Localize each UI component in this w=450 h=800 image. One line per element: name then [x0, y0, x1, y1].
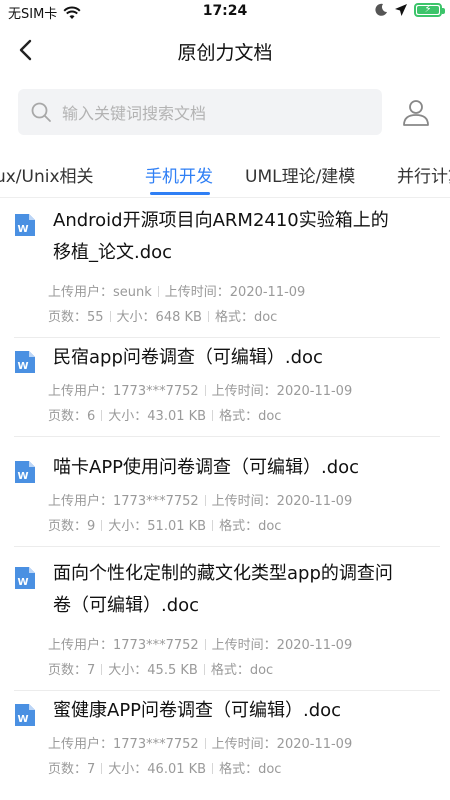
document-upload-info: 上传用户：seunk 上传时间：2020-11-09 [48, 281, 305, 300]
word-doc-icon: W [15, 214, 35, 236]
location-arrow-icon [395, 4, 407, 16]
document-title[interactable]: 面向个性化定制的藏文化类型app的调查问 卷（可编辑）.doc [53, 558, 433, 622]
meta-separator [207, 311, 209, 322]
file-size-text: 大小：45.5 KB [108, 663, 198, 678]
nav-bar: 原创力文档 [0, 24, 450, 76]
tab-mobile-dev[interactable]: 手机开发 [145, 162, 213, 187]
meta-separator [204, 738, 206, 749]
uploader-text: 上传用户：1773***7752 [48, 737, 199, 752]
document-upload-info: 上传用户：1773***7752 上传时间：2020-11-09 [48, 733, 352, 752]
search-input[interactable]: 输入关键词搜索文档 [18, 89, 382, 135]
word-doc-icon: W [15, 351, 35, 373]
document-title-line: 蜜健康APP问卷调查（可编辑）.doc [53, 700, 342, 721]
page-count-text: 页数：55 [48, 310, 104, 325]
document-title-line: 面向个性化定制的藏文化类型app的调查问 [53, 563, 393, 584]
meta-separator [203, 664, 205, 675]
document-title-line: 移植_论文.doc [53, 242, 173, 263]
file-format-text: 格式：doc [214, 310, 278, 325]
document-title[interactable]: 喵卡APP使用问卷调查（可编辑）.doc [53, 452, 433, 484]
list-divider [14, 690, 440, 691]
document-upload-info: 上传用户：1773***7752 上传时间：2020-11-09 [48, 490, 352, 509]
document-title-line: 卷（可编辑）.doc [53, 595, 200, 616]
file-format-text: 格式：doc [210, 663, 274, 678]
file-size-text: 大小：46.01 KB [108, 762, 207, 777]
tab-linux-unix[interactable]: Linux/Unix相关 [0, 162, 94, 187]
svg-text:W: W [17, 471, 28, 482]
document-title[interactable]: 民宿app问卷调查（可编辑）.doc [53, 342, 433, 374]
list-divider [14, 546, 440, 547]
upload-time-text: 上传时间：2020-11-09 [164, 285, 306, 300]
uploader-text: 上传用户：1773***7752 [48, 384, 199, 399]
document-title-line: 喵卡APP使用问卷调查（可编辑）.doc [53, 457, 360, 478]
tab-uml[interactable]: UML理论/建模 [245, 162, 355, 187]
status-bar: 无SIM卡 17:24 ⚡ [0, 0, 450, 24]
moon-icon [375, 3, 387, 16]
uploader-text: 上传用户：seunk [48, 285, 152, 300]
meta-separator [101, 520, 103, 531]
document-title[interactable]: Android开源项目向ARM2410实验箱上的 移植_论文.doc [53, 205, 433, 269]
meta-separator [101, 410, 103, 421]
svg-text:W: W [17, 714, 28, 725]
status-right: ⚡ [374, 3, 445, 17]
page-count-text: 页数：6 [48, 409, 96, 424]
svg-text:W: W [17, 577, 28, 588]
file-format-text: 格式：doc [219, 519, 282, 534]
meta-separator [212, 520, 214, 531]
document-file-info: 页数：55 大小：648 KB 格式：doc [48, 306, 277, 325]
page-count-text: 页数：7 [48, 762, 96, 777]
list-divider [14, 436, 440, 437]
meta-separator [101, 763, 103, 774]
uploader-text: 上传用户：1773***7752 [48, 494, 199, 509]
meta-separator [204, 495, 206, 506]
meta-separator [101, 664, 103, 675]
search-placeholder: 输入关键词搜索文档 [62, 104, 207, 123]
document-file-info: 页数：7 大小：45.5 KB 格式：doc [48, 659, 273, 678]
meta-separator [212, 763, 214, 774]
document-title[interactable]: 蜜健康APP问卷调查（可编辑）.doc [53, 695, 433, 727]
tab-parallel-computing[interactable]: 并行计算 [397, 162, 450, 187]
document-upload-info: 上传用户：1773***7752 上传时间：2020-11-09 [48, 634, 352, 653]
document-file-info: 页数：6 大小：43.01 KB 格式：doc [48, 405, 281, 424]
upload-time-text: 上传时间：2020-11-09 [211, 737, 353, 752]
profile-button[interactable] [396, 94, 436, 130]
meta-separator [204, 639, 206, 650]
uploader-text: 上传用户：1773***7752 [48, 638, 199, 653]
word-doc-icon: W [15, 461, 35, 483]
file-size-text: 大小：51.01 KB [108, 519, 207, 534]
file-format-text: 格式：doc [219, 409, 282, 424]
list-divider [14, 337, 440, 338]
category-tabs: Linux/Unix相关 手机开发 UML理论/建模 并行计算 [0, 150, 450, 198]
document-file-info: 页数：9 大小：51.01 KB 格式：doc [48, 515, 281, 534]
svg-text:W: W [17, 361, 28, 372]
word-doc-icon: W [15, 567, 35, 589]
document-upload-info: 上传用户：1773***7752 上传时间：2020-11-09 [48, 380, 352, 399]
word-doc-icon: W [15, 704, 35, 726]
file-format-text: 格式：doc [219, 762, 282, 777]
upload-time-text: 上传时间：2020-11-09 [211, 494, 353, 509]
document-file-info: 页数：7 大小：46.01 KB 格式：doc [48, 758, 281, 777]
upload-time-text: 上传时间：2020-11-09 [211, 384, 353, 399]
svg-text:W: W [17, 224, 28, 235]
meta-separator [212, 410, 214, 421]
page-count-text: 页数：9 [48, 519, 96, 534]
document-title-line: Android开源项目向ARM2410实验箱上的 [53, 210, 389, 231]
file-size-text: 大小：648 KB [116, 310, 202, 325]
search-icon [31, 102, 51, 122]
meta-separator [157, 286, 159, 297]
user-icon [403, 100, 429, 126]
active-tab-indicator [150, 192, 210, 195]
battery-icon: ⚡ [414, 3, 445, 17]
upload-time-text: 上传时间：2020-11-09 [211, 638, 353, 653]
page-title: 原创力文档 [177, 42, 273, 64]
meta-separator [109, 311, 111, 322]
file-size-text: 大小：43.01 KB [108, 409, 207, 424]
document-title-line: 民宿app问卷调查（可编辑）.doc [53, 347, 323, 368]
meta-separator [204, 385, 206, 396]
page-count-text: 页数：7 [48, 663, 96, 678]
